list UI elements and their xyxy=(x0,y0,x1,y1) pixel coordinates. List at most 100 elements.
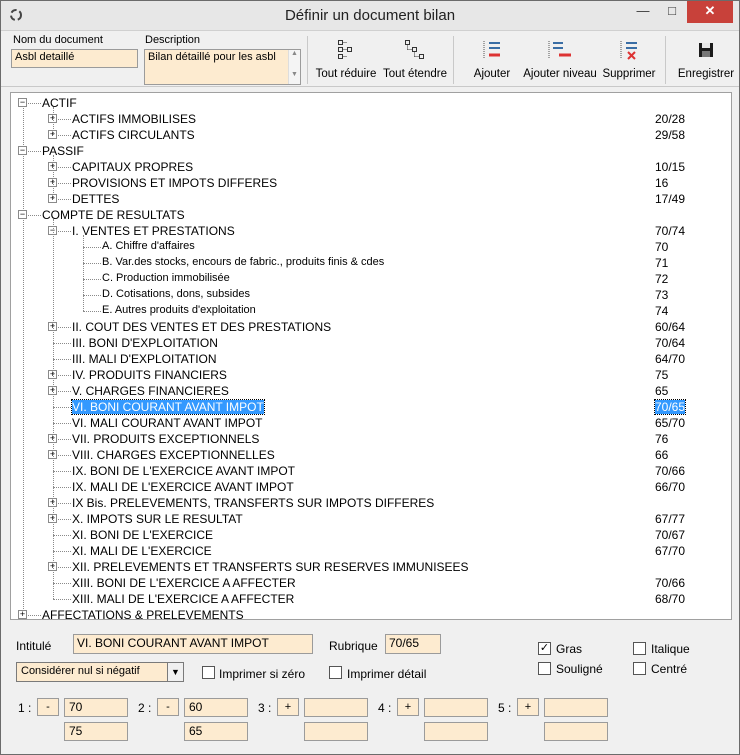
tree-row-label: E. Autres produits d'exploitation xyxy=(102,304,256,316)
tree-section-row[interactable]: − ACTIF xyxy=(11,95,731,111)
centered-checkbox[interactable] xyxy=(633,662,646,675)
tree-row-rubrique: 70/67 xyxy=(655,528,686,542)
centered-label: Centré xyxy=(651,662,688,676)
tree-row[interactable]: + ACTIFS CIRCULANTS 29/58 xyxy=(11,127,731,143)
tree-row[interactable]: IX. MALI DE L'EXERCICE AVANT IMPOT 66/70 xyxy=(11,479,731,495)
account-from-input[interactable] xyxy=(424,698,488,717)
tree-connector xyxy=(83,279,101,280)
intitule-input[interactable]: VI. BONI COURANT AVANT IMPOT xyxy=(73,634,313,654)
account-from-input[interactable] xyxy=(304,698,368,717)
account-to-input[interactable] xyxy=(544,722,608,741)
tree-row[interactable]: + IV. PRODUITS FINANCIERS 75 xyxy=(11,367,731,383)
tree-section-row[interactable]: + AFFECTATIONS & PRELEVEMENTS xyxy=(11,607,731,619)
tree-row[interactable]: + IX Bis. PRELEVEMENTS, TRANSFERTS SUR IM… xyxy=(11,495,731,511)
sign-input[interactable]: + xyxy=(517,698,539,716)
tree-row[interactable]: A. Chiffre d'affaires 70 xyxy=(11,239,731,255)
tree-row[interactable]: + VIII. CHARGES EXCEPTIONNELLES 66 xyxy=(11,447,731,463)
tree-section-row[interactable]: − COMPTE DE RESULTATS xyxy=(11,207,731,223)
tree-row[interactable]: + V. CHARGES FINANCIERES 65 xyxy=(11,383,731,399)
doc-name-input[interactable]: Asbl detaillé xyxy=(11,49,138,68)
tree-connector xyxy=(53,359,71,360)
collapse-icon[interactable]: − xyxy=(18,98,27,107)
dropdown-arrow-icon[interactable]: ▼ xyxy=(167,663,183,681)
print-if-zero-checkbox[interactable] xyxy=(202,666,215,679)
tree-row[interactable]: D. Cotisations, dons, subsides 73 xyxy=(11,287,731,303)
collapse-icon[interactable]: − xyxy=(18,210,27,219)
tree-row-label: I. VENTES ET PRESTATIONS xyxy=(72,224,235,238)
tree-row-rubrique: 65 xyxy=(655,384,669,398)
tree-row[interactable]: + II. COUT DES VENTES ET DES PRESTATIONS 6… xyxy=(11,319,731,335)
tree-row[interactable]: + CAPITAUX PROPRES 10/15 xyxy=(11,159,731,175)
account-to-input[interactable]: 65 xyxy=(184,722,248,741)
tree-connector xyxy=(83,247,101,248)
tree-row-rubrique: 68/70 xyxy=(655,592,686,606)
expand-icon[interactable]: + xyxy=(18,610,27,619)
description-textarea[interactable]: Bilan détaillé pour les asbl ▲ ▼ xyxy=(144,49,301,85)
tree-row[interactable]: − I. VENTES ET PRESTATIONS 70/74 xyxy=(11,223,731,239)
tree-row[interactable]: VI. BONI COURANT AVANT IMPOT 70/65 xyxy=(11,399,731,415)
tree-row[interactable]: XI. BONI DE L'EXERCICE 70/67 xyxy=(11,527,731,543)
tree-row[interactable]: IX. BONI DE L'EXERCICE AVANT IMPOT 70/66 xyxy=(11,463,731,479)
tree-row[interactable]: + VII. PRODUITS EXCEPTIONNELS 76 xyxy=(11,431,731,447)
rubrique-input[interactable]: 70/65 xyxy=(385,634,441,654)
tree-row[interactable]: + ACTIFS IMMOBILISES 20/28 xyxy=(11,111,731,127)
group-label: 5 : xyxy=(498,701,512,715)
close-button[interactable]: ✕ xyxy=(687,1,733,23)
sign-input[interactable]: - xyxy=(37,698,59,716)
tree-row-rubrique: 73 xyxy=(655,288,669,302)
account-from-input[interactable]: 70 xyxy=(64,698,128,717)
mode-select[interactable]: Considérer nul si négatif ▼ xyxy=(16,662,184,682)
save-label: Enregistrer xyxy=(677,68,735,80)
save-button[interactable]: Enregistrer xyxy=(677,34,735,86)
collapse-all-button[interactable]: Tout réduire xyxy=(314,34,378,86)
bold-checkbox[interactable]: ✓ xyxy=(538,642,551,655)
description-scrollbar[interactable]: ▲ ▼ xyxy=(288,50,300,84)
tree-row-rubrique: 65/70 xyxy=(655,416,686,430)
tree-row[interactable]: + PROVISIONS ET IMPOTS DIFFERES 16 xyxy=(11,175,731,191)
tree-row[interactable]: XI. MALI DE L'EXERCICE 67/70 xyxy=(11,543,731,559)
tree-connector xyxy=(83,295,101,296)
delete-button[interactable]: Supprimer xyxy=(602,34,656,86)
account-from-input[interactable]: 60 xyxy=(184,698,248,717)
tree-row[interactable]: E. Autres produits d'exploitation 74 xyxy=(11,303,731,319)
document-tree[interactable]: − ACTIF + ACTIFS IMMOBILISES 20/28 + ACTIFS CI… xyxy=(10,92,732,620)
add-button[interactable]: Ajouter xyxy=(469,34,515,86)
group-label: 3 : xyxy=(258,701,272,715)
tree-row[interactable]: + X. IMPOTS SUR LE RESULTAT 67/77 xyxy=(11,511,731,527)
account-from-input[interactable] xyxy=(544,698,608,717)
expand-all-button[interactable]: Tout étendre xyxy=(382,34,448,86)
maximize-button[interactable]: □ xyxy=(658,1,686,23)
sign-input[interactable]: + xyxy=(397,698,419,716)
tree-row[interactable]: XIII. BONI DE L'EXERCICE A AFFECTER 70/66 xyxy=(11,575,731,591)
add-level-button[interactable]: Ajouter niveau xyxy=(522,34,598,86)
tree-row-label: ACTIFS IMMOBILISES xyxy=(72,112,197,126)
tree-row[interactable]: + DETTES 17/49 xyxy=(11,191,731,207)
account-to-input[interactable]: 75 xyxy=(64,722,128,741)
tree-connector xyxy=(83,235,84,311)
mode-select-value: Considérer nul si négatif xyxy=(21,665,140,677)
tree-row-label: IV. PRODUITS FINANCIERS xyxy=(72,368,227,382)
tree-row[interactable]: B. Var.des stocks, encours de fabric., p… xyxy=(11,255,731,271)
expand-tree-icon xyxy=(405,40,424,59)
collapse-icon[interactable]: − xyxy=(18,146,27,155)
italic-checkbox[interactable] xyxy=(633,642,646,655)
account-to-input[interactable] xyxy=(304,722,368,741)
tree-row[interactable]: III. MALI D'EXPLOITATION 64/70 xyxy=(11,351,731,367)
tree-connector xyxy=(53,535,71,536)
italic-label: Italique xyxy=(651,642,690,656)
underline-checkbox[interactable] xyxy=(538,662,551,675)
print-detail-checkbox[interactable] xyxy=(329,666,342,679)
tree-row[interactable]: + XII. PRELEVEMENTS ET TRANSFERTS SUR RES… xyxy=(11,559,731,575)
print-detail-label: Imprimer détail xyxy=(347,667,427,681)
sign-input[interactable]: - xyxy=(157,698,179,716)
sign-input[interactable]: + xyxy=(277,698,299,716)
tree-row[interactable]: VI. MALI COURANT AVANT IMPOT 65/70 xyxy=(11,415,731,431)
account-to-input[interactable] xyxy=(424,722,488,741)
tree-row-rubrique: 10/15 xyxy=(655,160,686,174)
tree-row-rubrique: 29/58 xyxy=(655,128,686,142)
minimize-button[interactable]: — xyxy=(629,1,657,23)
tree-row[interactable]: XIII. MALI DE L'EXERCICE A AFFECTER 68/70 xyxy=(11,591,731,607)
tree-row[interactable]: III. BONI D'EXPLOITATION 70/64 xyxy=(11,335,731,351)
tree-row[interactable]: C. Production immobilisée 72 xyxy=(11,271,731,287)
tree-section-row[interactable]: − PASSIF xyxy=(11,143,731,159)
